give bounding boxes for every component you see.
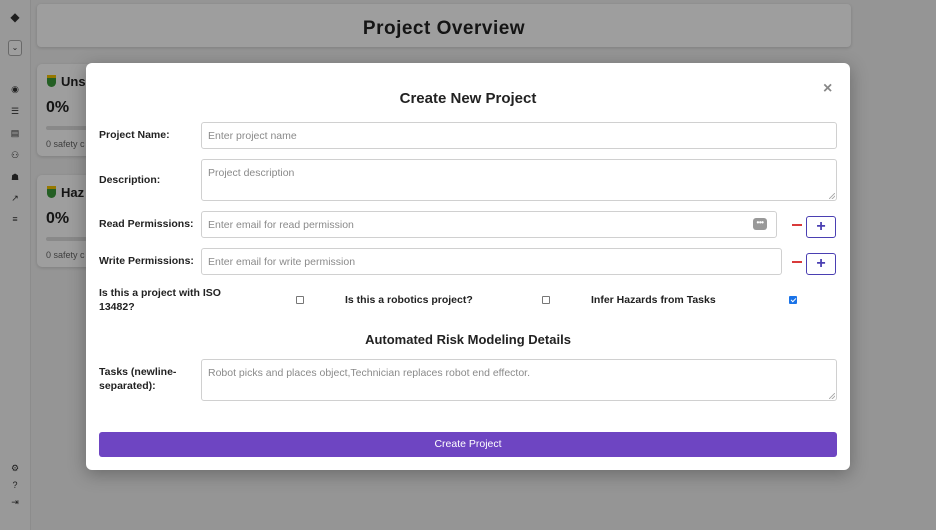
remove-read-permission-button[interactable] <box>792 224 802 226</box>
robotics-checkbox-label: Is this a robotics project? <box>345 294 473 306</box>
tasks-placeholder: Robot picks and places object,Technician… <box>208 367 531 379</box>
project-name-placeholder: Enter project name <box>208 129 297 142</box>
resize-handle-icon[interactable] <box>829 393 835 399</box>
modal-title: Create New Project <box>399 90 537 107</box>
create-project-modal: Create New Project × Project Name: Enter… <box>86 63 850 470</box>
add-write-permission-button[interactable]: + <box>806 253 836 275</box>
description-placeholder: Project description <box>208 167 295 179</box>
project-name-input[interactable]: Enter project name <box>201 122 837 149</box>
add-read-permission-button[interactable]: + <box>806 216 836 238</box>
tasks-textarea[interactable]: Robot picks and places object,Technician… <box>201 359 837 401</box>
read-permissions-label: Read Permissions: <box>99 218 194 230</box>
infer-hazards-checkbox[interactable] <box>789 296 797 304</box>
remove-write-permission-button[interactable] <box>792 261 802 263</box>
description-textarea[interactable]: Project description <box>201 159 837 201</box>
read-permission-placeholder: Enter email for read permission <box>208 218 354 231</box>
create-project-button[interactable]: Create Project <box>99 432 837 457</box>
robotics-project-checkbox[interactable] <box>542 296 550 304</box>
read-permission-input[interactable]: Enter email for read permission ••• <box>201 211 777 238</box>
write-permission-input[interactable]: Enter email for write permission <box>201 248 782 275</box>
write-permissions-label: Write Permissions: <box>99 255 194 267</box>
infer-hazards-label: Infer Hazards from Tasks <box>591 294 716 306</box>
write-permission-placeholder: Enter email for write permission <box>208 255 356 268</box>
password-manager-icon[interactable]: ••• <box>753 218 767 230</box>
iso-checkbox-label: Is this a project with ISO 13482? <box>99 287 221 313</box>
iso-13482-checkbox[interactable] <box>296 296 304 304</box>
risk-modeling-section-title: Automated Risk Modeling Details <box>365 332 571 347</box>
description-label: Description: <box>99 174 161 186</box>
close-icon[interactable]: × <box>823 81 832 97</box>
resize-handle-icon[interactable] <box>829 193 835 199</box>
project-name-label: Project Name: <box>99 129 170 141</box>
tasks-label: Tasks (newline- separated): <box>99 366 177 392</box>
